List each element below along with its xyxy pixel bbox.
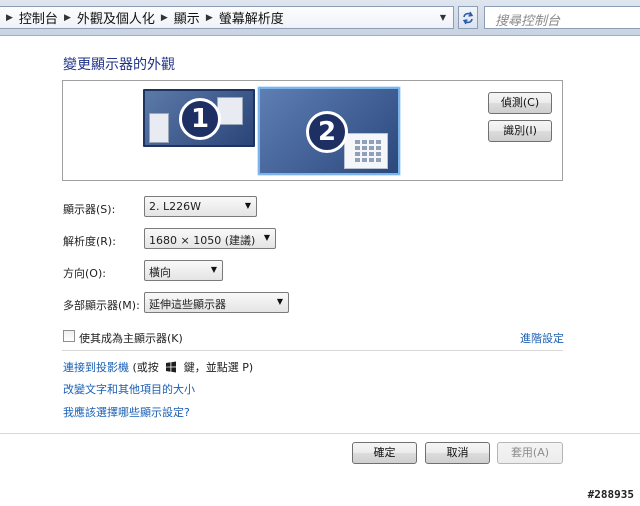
display-label: 顯示器(S): [63,203,116,216]
grid-icon [355,140,381,162]
watermark: #288935 [587,488,634,501]
desktop-window-thumbnail [149,113,169,143]
chevron-down-icon: ▼ [276,297,283,306]
orientation-select-value: 橫向 [149,266,171,279]
breadcrumb-arrow-icon[interactable]: ▶ [6,13,13,23]
resolution-label: 解析度(R): [63,235,116,248]
breadcrumb-arrow-icon[interactable]: ▶ [206,13,213,23]
search-input[interactable]: 搜尋控制台 [484,6,640,29]
detect-button[interactable]: 偵測(C) [488,92,552,114]
display-select[interactable]: 2. L226W ▼ [144,196,257,217]
advanced-settings-link[interactable]: 進階設定 [520,330,564,346]
desktop-window-thumbnail [344,133,388,169]
identify-button[interactable]: 識別(I) [488,120,552,142]
breadcrumb-appearance[interactable]: 外觀及個人化 [77,8,155,27]
resolution-select-value: 1680 × 1050 (建議) [149,234,256,247]
orientation-select[interactable]: 橫向 ▼ [144,260,223,281]
ok-button[interactable]: 確定 [352,442,417,464]
display-select-value: 2. L226W [149,200,201,213]
breadcrumb-display[interactable]: 顯示 [174,8,200,27]
footer-divider [0,433,640,434]
chevron-down-icon: ▼ [263,233,270,242]
chevron-down-icon: ▼ [244,201,251,210]
breadcrumb-control-panel[interactable]: 控制台 [19,8,58,27]
text-size-link[interactable]: 改變文字和其他項目的大小 [63,381,195,397]
chevron-down-icon: ▼ [210,265,217,274]
multiple-displays-select[interactable]: 延伸這些顯示器 ▼ [144,292,289,313]
monitor-2[interactable]: 2 [258,87,400,175]
monitor-preview-area: 1 2 偵測(C) 識別(I) [62,80,563,181]
address-dropdown-icon[interactable]: ▼ [436,11,450,25]
breadcrumb-arrow-icon[interactable]: ▶ [64,13,71,23]
which-settings-link[interactable]: 我應該選擇哪些顯示設定? [63,404,190,420]
breadcrumb-screen-resolution[interactable]: 螢幕解析度 [219,8,284,27]
main-display-checkbox[interactable] [63,330,75,342]
resolution-select[interactable]: 1680 × 1050 (建議) ▼ [144,228,276,249]
multiple-displays-select-value: 延伸這些顯示器 [149,298,226,311]
windows-logo-icon [166,361,177,373]
page-title: 變更顯示器的外觀 [63,57,175,73]
orientation-label: 方向(O): [63,267,106,280]
breadcrumb[interactable]: ▶ 控制台 ▶ 外觀及個人化 ▶ 顯示 ▶ 螢幕解析度 ▼ [0,6,454,29]
monitor-1[interactable]: 1 [143,89,255,147]
monitor-number: 2 [306,111,348,153]
connect-projector-link[interactable]: 連接到投影機 [63,361,129,374]
cancel-button[interactable]: 取消 [425,442,490,464]
projector-hint-prefix: (或按 [132,361,159,374]
refresh-icon [462,11,474,24]
apply-button[interactable]: 套用(A) [497,442,563,464]
multiple-displays-label: 多部顯示器(M): [63,299,140,312]
breadcrumb-arrow-icon[interactable]: ▶ [161,13,168,23]
refresh-button[interactable] [458,6,478,29]
projector-hint-suffix: 鍵，並點選 P) [183,361,254,374]
monitor-number: 1 [179,98,221,140]
divider [62,350,563,351]
main-display-checkbox-label[interactable]: 使其成為主顯示器(K) [79,330,183,346]
address-bar: ▶ 控制台 ▶ 外觀及個人化 ▶ 顯示 ▶ 螢幕解析度 ▼ 搜尋控制台 [0,0,640,36]
connect-projector-row: 連接到投影機 (或按 鍵，並點選 P) [63,359,253,375]
